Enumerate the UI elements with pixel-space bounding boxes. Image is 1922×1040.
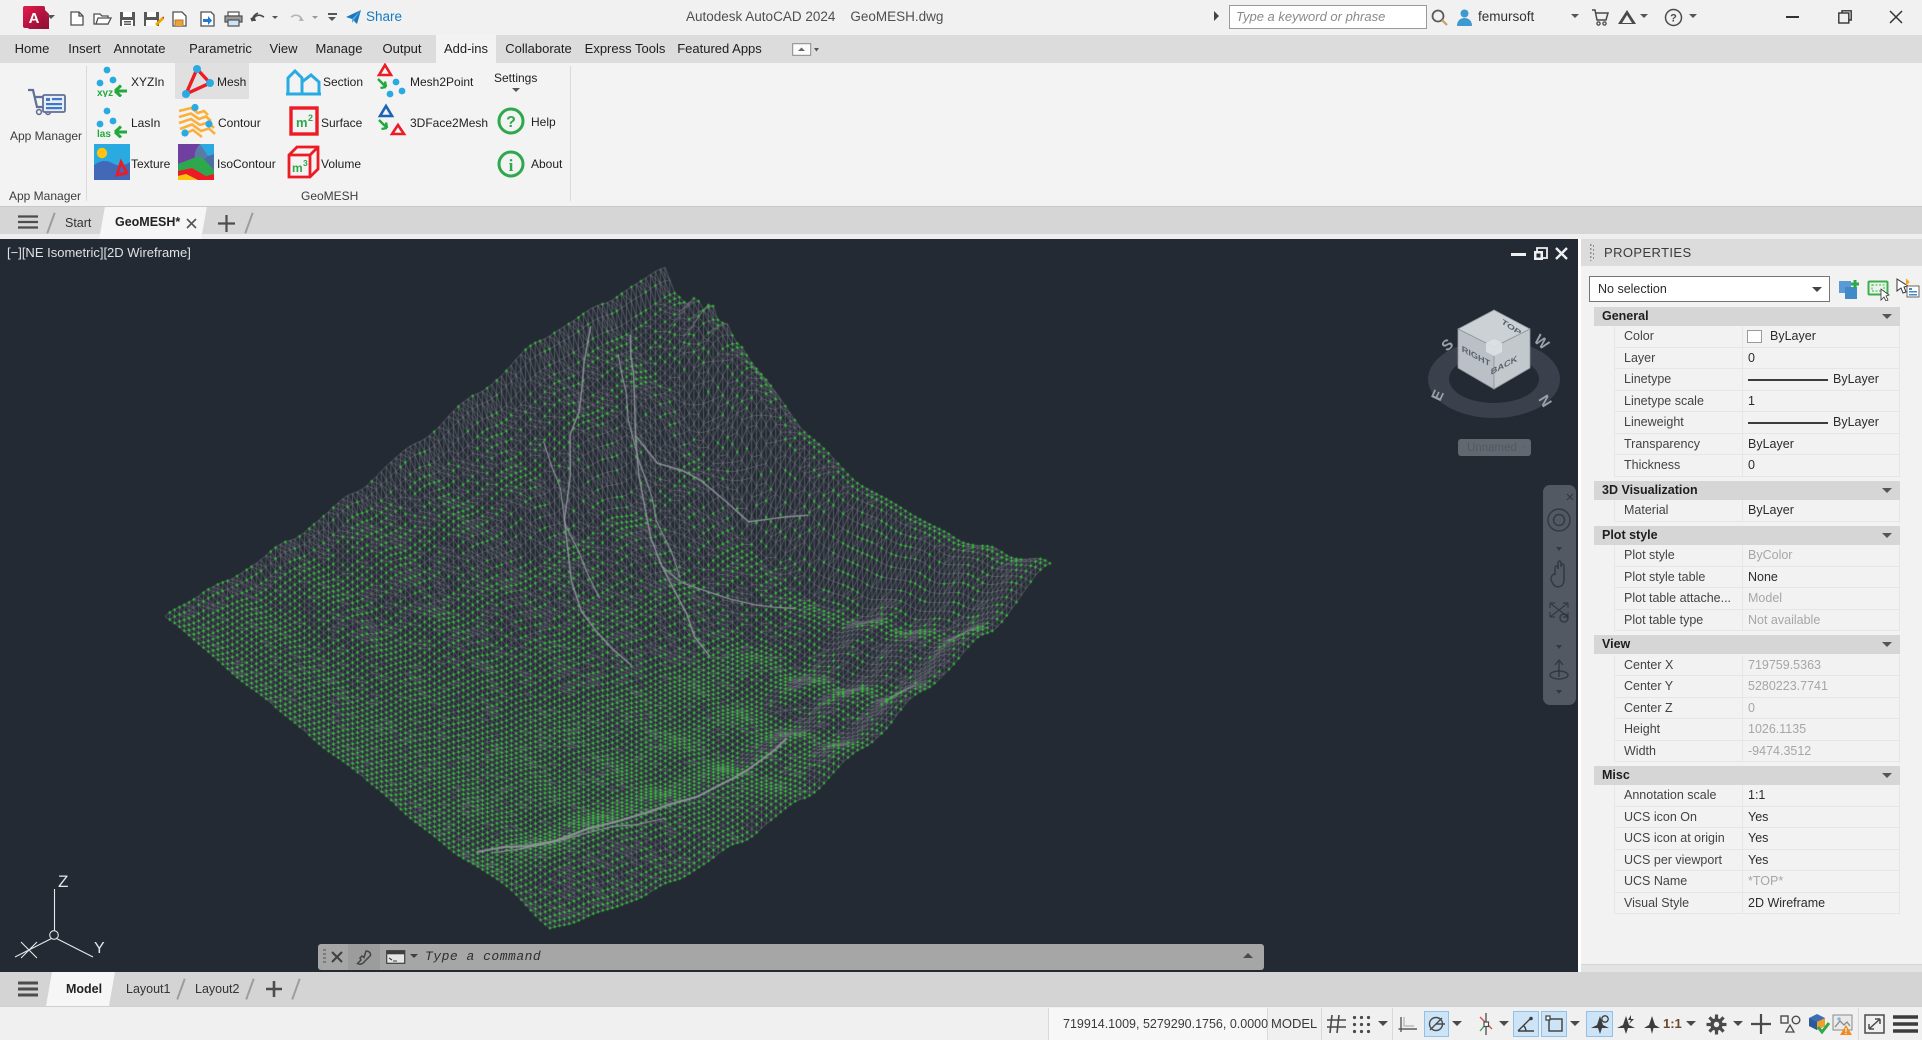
svg-text:Z: Z bbox=[58, 872, 68, 891]
svg-text:i: i bbox=[509, 156, 514, 175]
svg-text:3: 3 bbox=[303, 158, 308, 168]
svg-text:Y: Y bbox=[94, 940, 105, 957]
svg-text:m: m bbox=[292, 161, 303, 175]
svg-text:m: m bbox=[296, 115, 308, 130]
svg-text:?: ? bbox=[506, 114, 516, 131]
svg-text:?: ? bbox=[1670, 13, 1677, 25]
svg-text:!: ! bbox=[1845, 1027, 1848, 1036]
svg-text:las: las bbox=[97, 129, 111, 138]
svg-text:2: 2 bbox=[308, 113, 313, 123]
svg-text:xyz: xyz bbox=[97, 88, 113, 97]
svg-text:A: A bbox=[29, 10, 40, 27]
